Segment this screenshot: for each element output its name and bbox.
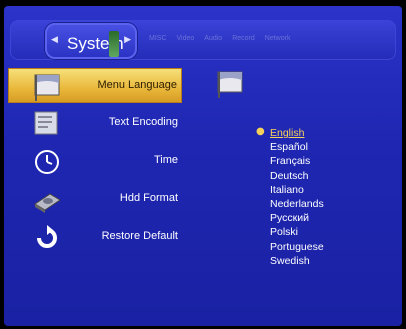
restore-icon — [37, 225, 57, 248]
settings-screen: ◀ System ▶ MISC Video Audio Record Netwo… — [4, 6, 402, 326]
hard-drive-icon — [34, 193, 61, 213]
language-option-swedish[interactable]: Swedish — [270, 254, 324, 268]
menu-item-menu-language[interactable]: Menu Language — [8, 68, 182, 103]
language-option-francais[interactable]: Français — [270, 154, 324, 168]
arrow-right-icon: ▶ — [124, 35, 131, 45]
tab-video[interactable]: Video — [177, 35, 195, 42]
tab-audio[interactable]: Audio — [204, 35, 222, 42]
menu-language-preview-icon — [217, 71, 243, 98]
menu-item-restore-default[interactable]: Restore Default — [8, 220, 182, 255]
language-option-espanol[interactable]: Español — [270, 140, 324, 154]
menu-item-label: Hdd Format — [119, 192, 178, 204]
selected-bullet-icon: ● — [256, 126, 265, 137]
menu-item-text-encoding[interactable]: Text Encoding — [8, 106, 182, 141]
tab-network[interactable]: Network — [265, 35, 291, 42]
tab-misc[interactable]: MISC — [149, 35, 167, 42]
tab-record[interactable]: Record — [232, 35, 255, 42]
settings-menu: Menu Language Text Encoding Time Hdd For… — [8, 68, 182, 258]
menu-item-label: Restore Default — [101, 230, 178, 242]
language-option-nederlands[interactable]: Nederlands — [270, 197, 324, 211]
flag-icon — [34, 74, 60, 101]
language-list: English Español Français Deutsch Italian… — [270, 126, 324, 268]
menu-item-label: Text Encoding — [108, 116, 178, 128]
menu-item-label: Menu Language — [97, 79, 177, 91]
language-option-deutsch[interactable]: Deutsch — [270, 169, 324, 183]
language-option-english[interactable]: English — [270, 126, 324, 140]
language-option-portuguese[interactable]: Portuguese — [270, 240, 324, 254]
document-flag-icon — [34, 111, 58, 135]
menu-item-time[interactable]: Time — [8, 144, 182, 179]
tab-system[interactable]: ◀ System ▶ — [45, 23, 137, 59]
arrow-left-icon: ◀ — [51, 35, 58, 45]
language-option-polski[interactable]: Polski — [270, 225, 324, 239]
system-tool-icon — [109, 31, 119, 57]
clock-icon — [35, 150, 59, 174]
menu-item-label: Time — [153, 154, 178, 166]
language-option-russian[interactable]: Русский — [270, 211, 324, 225]
top-tab-bar: ◀ System ▶ MISC Video Audio Record Netwo… — [10, 20, 396, 60]
language-option-italiano[interactable]: Italiano — [270, 183, 324, 197]
menu-item-hdd-format[interactable]: Hdd Format — [8, 182, 182, 217]
tab-list: MISC Video Audio Record Network — [149, 35, 290, 42]
